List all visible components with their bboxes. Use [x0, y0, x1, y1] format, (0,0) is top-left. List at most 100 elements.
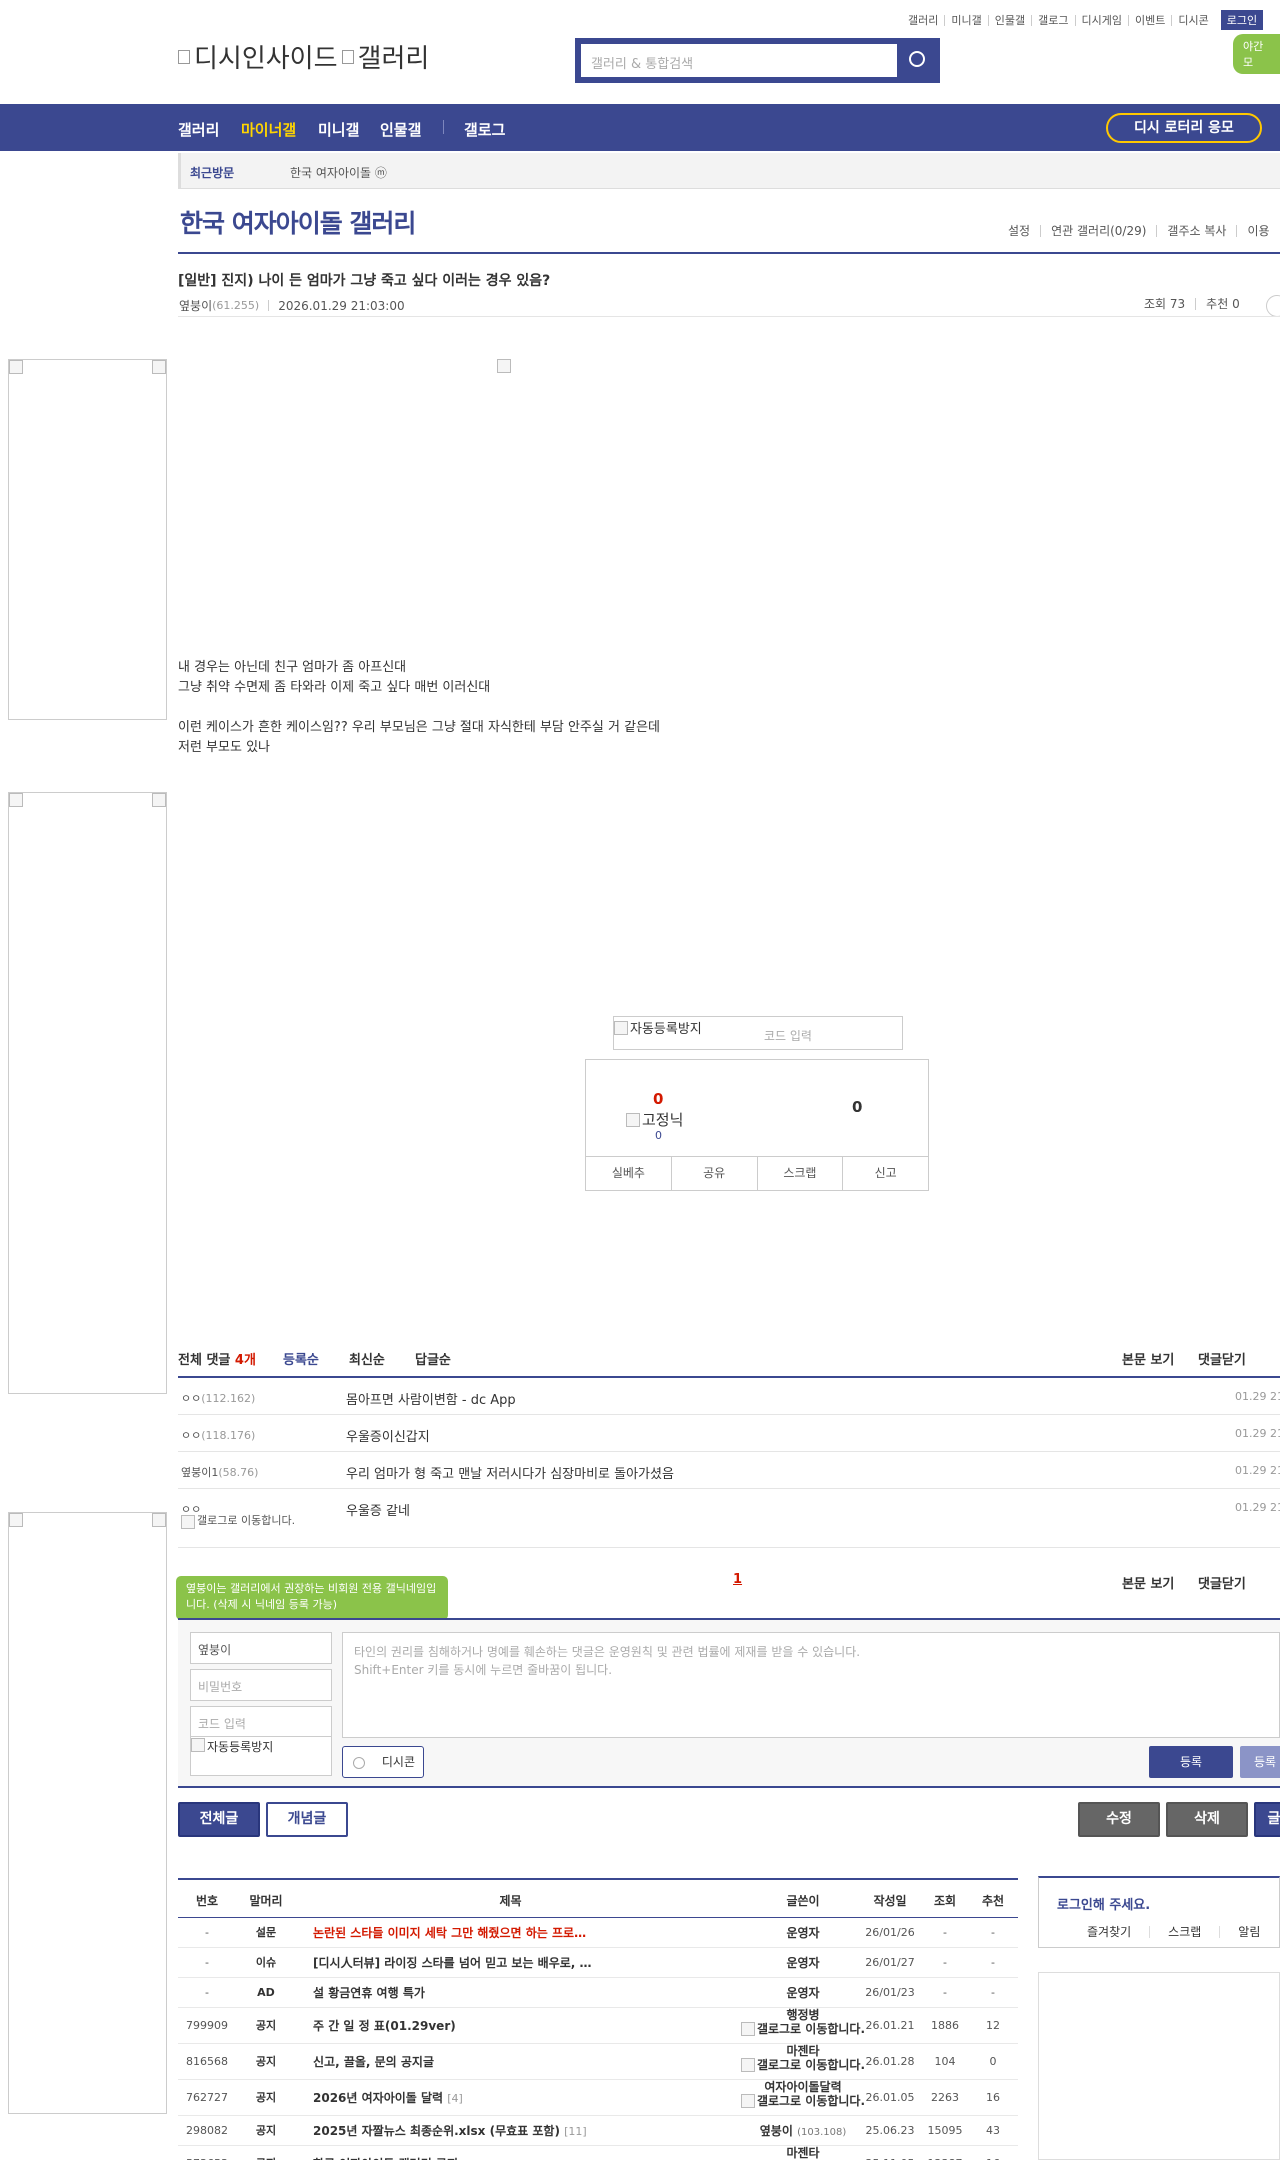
row-title[interactable]: 한국 여자아이돌 갤러리 공지 [1]	[313, 2146, 748, 2160]
search-button[interactable]	[897, 41, 937, 80]
side-ad-2[interactable]	[8, 792, 167, 1394]
recent-item[interactable]: 한국 여자아이돌 ⓜ	[290, 164, 387, 181]
password-field[interactable]: 비밀번호	[190, 1669, 332, 1701]
gallery-menu-related[interactable]: 연관 갤러리(0/29)	[1040, 225, 1156, 237]
util-link-dccon[interactable]: 디시콘	[1171, 14, 1214, 26]
row-date: 26.01.28	[865, 2055, 915, 2068]
side-ad-1[interactable]	[8, 359, 167, 720]
row-title[interactable]: 설 황금연휴 여행 특가	[313, 1978, 748, 2008]
lottery-button[interactable]: 디시 로터리 응모	[1106, 113, 1262, 143]
comment-header: 전체 댓글 4개 등록순 최신순 답글순 본문 보기 댓글닫기	[178, 1349, 1280, 1379]
post-stats: 조회 73 추천 0	[1134, 298, 1250, 310]
util-link-gallog[interactable]: 갤로그	[1031, 14, 1074, 26]
more-options-icon[interactable]	[1266, 295, 1280, 317]
util-link-persongall[interactable]: 인물갤	[987, 14, 1031, 26]
row-title[interactable]: 2026년 여자아이돌 달력 [4]	[313, 2080, 748, 2116]
notification-link[interactable]: 알림	[1219, 1926, 1278, 1938]
util-link-gallery[interactable]: 갤러리	[902, 15, 944, 26]
site-logo[interactable]: 디시인사이드 갤러리	[178, 38, 429, 75]
post-author[interactable]: 옆붕이	[179, 297, 212, 314]
util-link-dcgame[interactable]: 디시게임	[1074, 14, 1128, 26]
table-row[interactable]: 762727 공지 2026년 여자아이돌 달력 [4] 여자아이돌달력 갤로그로 이동…	[178, 2080, 1018, 2116]
search-input[interactable]: 갤러리 & 통합검색	[581, 44, 897, 77]
report-button[interactable]: 신고	[842, 1157, 928, 1190]
nav-divider	[443, 120, 444, 134]
table-row[interactable]: 573653공지한국 여자아이돌 갤러리 공지 [1]마젠타갤로그로 이동합니다…	[178, 2146, 1018, 2160]
comment-writer-name[interactable]: ㅇㅇ	[181, 1429, 201, 1442]
fixed-nick-recommend[interactable]: 고정닉	[626, 1109, 683, 1130]
best-recommend-button[interactable]: 실베추	[586, 1157, 671, 1190]
recommend-down-count[interactable]: 0	[852, 1098, 862, 1116]
delete-button[interactable]: 삭제	[1166, 1802, 1248, 1837]
nav-item-minor[interactable]: 마이너갤	[241, 119, 296, 140]
comment-writer-name[interactable]: 옆붕이1	[181, 1466, 218, 1479]
gallog-link[interactable]: 갤로그로 이동합니다.	[181, 1515, 311, 1529]
row-writer-name: 옆붕이	[759, 2124, 793, 2138]
register-and-recommend-button[interactable]: 등록	[1240, 1746, 1280, 1778]
login-button[interactable]: 로그인	[1220, 10, 1264, 30]
nav-item-person[interactable]: 인물갤	[380, 119, 421, 140]
write-button[interactable]: 글	[1254, 1802, 1280, 1837]
view-post-button[interactable]: 본문 보기	[1122, 1573, 1174, 1592]
gallery-menu-settings[interactable]: 설정	[998, 225, 1040, 237]
row-title-text: 논란된 스타들 이미지 세탁 그만 해줬으면 하는 프로…	[313, 1926, 587, 1940]
row-views: 12387	[922, 2146, 968, 2160]
comment-textarea[interactable]: 타인의 권리를 침해하거나 명예를 훼손하는 댓글은 운영원칙 및 관련 법률에…	[342, 1632, 1280, 1738]
row-title-text: 2025년 자짤뉴스 최종순위.xlsx (무효표 포함)	[313, 2124, 560, 2138]
gallery-title[interactable]: 한국 여자아이돌 갤러리	[180, 204, 416, 240]
close-comments-button[interactable]: 댓글닫기	[1198, 1573, 1246, 1592]
table-row[interactable]: 816568 공지 신고, 끌올, 문의 공지글 마젠타 갤로그로 이동합니다. 26.…	[178, 2044, 1018, 2080]
row-date: 25.11.05	[858, 2146, 922, 2160]
scrap-link[interactable]: 스크랩	[1149, 1926, 1219, 1938]
close-comments-button[interactable]: 댓글닫기	[1198, 1349, 1246, 1368]
nav-item-gallery[interactable]: 갤러리	[178, 119, 219, 140]
comment-writer-name[interactable]: ㅇㅇ	[181, 1392, 201, 1405]
view-post-button[interactable]: 본문 보기	[1122, 1349, 1174, 1368]
nav-item-gallog[interactable]: 갤로그	[464, 119, 505, 140]
util-link-minigall[interactable]: 미니갤	[944, 14, 987, 26]
util-link-event[interactable]: 이벤트	[1127, 14, 1171, 26]
edit-button[interactable]: 수정	[1078, 1802, 1160, 1837]
concept-posts-button[interactable]: 개념글	[266, 1802, 348, 1837]
comment-writer-ip: (58.76)	[218, 1466, 259, 1479]
table-row[interactable]: - 이슈 [디시人터뷰] 라이징 스타를 넘어 믿고 보는 배우로, … 운영자 2…	[178, 1948, 1018, 1978]
nav-item-mini[interactable]: 미니갤	[318, 119, 359, 140]
night-mode-toggle[interactable]: 야간 모	[1233, 34, 1280, 74]
code-field[interactable]: 코드 입력	[190, 1706, 332, 1738]
row-title[interactable]: 주 간 일 정 표(01.29ver)	[313, 2008, 748, 2044]
share-button[interactable]: 공유	[670, 1157, 757, 1190]
side-ad-3[interactable]	[8, 1512, 167, 2114]
sort-replies[interactable]: 답글순	[415, 1349, 451, 1368]
row-title[interactable]: 신고, 끌올, 문의 공지글	[313, 2044, 748, 2080]
comment-footer: 본문 보기 댓글닫기	[178, 1573, 1280, 1593]
gallery-menu-copy-url[interactable]: 갤주소 복사	[1156, 225, 1236, 237]
all-posts-button[interactable]: 전체글	[178, 1802, 260, 1837]
comment-total-count: 4개	[234, 1353, 256, 1368]
table-row[interactable]: - AD 설 황금연휴 여행 특가 운영자 26/01/23 - -	[178, 1978, 1018, 2008]
scrap-button[interactable]: 스크랩	[756, 1157, 843, 1190]
row-title[interactable]: [디시人터뷰] 라이징 스타를 넘어 믿고 보는 배우로, …	[313, 1948, 748, 1978]
sort-latest[interactable]: 최신순	[349, 1349, 385, 1368]
recommend-up-count[interactable]: 0	[653, 1090, 663, 1108]
login-prompt[interactable]: 로그인해 주세요.	[1057, 1894, 1150, 1913]
logo-alt-dc: 디시인사이드	[194, 44, 338, 74]
row-recommend: 0	[989, 2055, 997, 2068]
row-title[interactable]: 2025년 자짤뉴스 최종순위.xlsx (무효표 포함) [11]	[313, 2116, 748, 2146]
post-body-line: 그냥 취약 수면제 좀 타와라 이제 죽고 싶다 매번 이러신대	[178, 680, 491, 695]
dccon-button[interactable]: 디시콘	[342, 1746, 424, 1778]
row-head: 공지	[255, 2055, 277, 2068]
row-views: 15095	[927, 2124, 963, 2137]
sort-registered[interactable]: 등록순	[283, 1349, 319, 1368]
favorites-link[interactable]: 즐겨찾기	[1039, 1926, 1149, 1938]
captcha-input[interactable]: 코드 입력	[764, 1027, 812, 1044]
gallery-menu-usage[interactable]: 이용	[1236, 225, 1279, 237]
table-row[interactable]: - 설문 논란된 스타들 이미지 세탁 그만 해줬으면 하는 프로… 운영자 26/…	[178, 1918, 1018, 1948]
broken-image-icon	[740, 2094, 755, 2108]
table-row[interactable]: 298082 공지 2025년 자짤뉴스 최종순위.xlsx (무효표 포함) [1…	[178, 2116, 1018, 2146]
nickname-field[interactable]: 옆붕이	[190, 1632, 332, 1664]
right-ad-box[interactable]	[1038, 1972, 1280, 2160]
row-title[interactable]: 논란된 스타들 이미지 세탁 그만 해줬으면 하는 프로…	[313, 1918, 748, 1948]
register-button[interactable]: 등록	[1149, 1746, 1233, 1778]
post-body-line: 이런 케이스가 흔한 케이스임?? 우리 부모님은 그냥 절대 자식한테 부담 …	[178, 720, 660, 735]
table-row[interactable]: 799909 공지 주 간 일 정 표(01.29ver) 행정병 갤로그로 이동합니…	[178, 2008, 1018, 2044]
